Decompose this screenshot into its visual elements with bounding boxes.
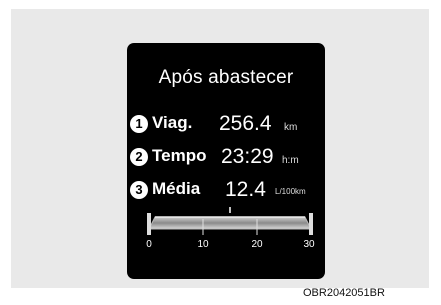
trip-distance-label: Viag. — [152, 113, 193, 132]
callout-number-3: 3 — [130, 181, 148, 199]
gauge-scale-label: 20 — [251, 239, 263, 250]
trip-info-display: Após abastecer 1 Viag. 256.4 km 2 Tempo … — [127, 43, 325, 279]
average-consumption-label: Média — [152, 179, 201, 198]
gauge-scale-label: 0 — [146, 239, 152, 250]
trip-time-label: Tempo — [152, 146, 207, 165]
callout-number-1: 1 — [130, 115, 148, 133]
average-consumption-row: 3 Média 12.4 L/100km — [127, 178, 325, 204]
trip-distance-unit: km — [284, 122, 298, 133]
figure-code: OBR2042051BR — [303, 287, 385, 299]
trip-time-row: 2 Tempo 23:29 h:m — [127, 145, 325, 171]
trip-time-value: 23:29 — [221, 145, 274, 168]
trip-time-unit: h:m — [282, 155, 299, 166]
gauge-scale-label: 30 — [303, 239, 315, 250]
average-consumption-value: 12.4 — [225, 178, 266, 201]
consumption-gauge: 0 10 20 30 — [146, 203, 315, 273]
gauge-scale-label: 10 — [197, 239, 209, 250]
display-title: Após abastecer — [158, 67, 294, 88]
trip-distance-row: 1 Viag. 256.4 km — [127, 112, 325, 138]
gauge-bar — [147, 207, 313, 235]
average-consumption-unit: L/100km — [275, 187, 306, 196]
callout-number-2: 2 — [130, 148, 148, 166]
trip-distance-value: 256.4 — [219, 112, 272, 135]
